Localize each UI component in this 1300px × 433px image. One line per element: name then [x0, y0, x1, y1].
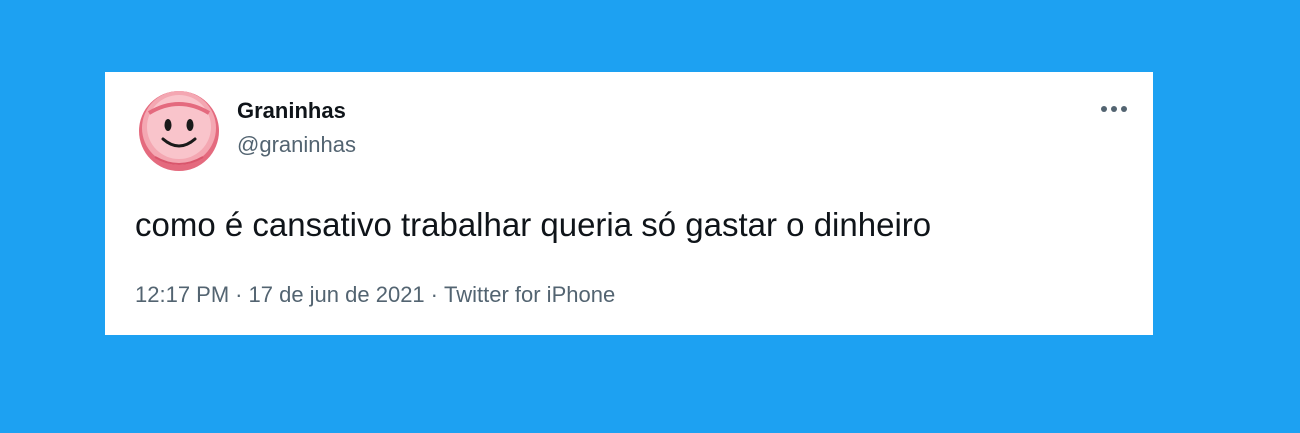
separator: · — [430, 282, 438, 307]
smiley-coin-icon — [136, 88, 222, 174]
tweet-time-link[interactable]: 12:17 PM — [135, 282, 229, 307]
page-background: Graninhas @graninhas como é cansativo tr… — [0, 0, 1300, 433]
tweet-source-link[interactable]: Twitter for iPhone — [444, 282, 615, 307]
display-name[interactable]: Graninhas — [237, 98, 346, 124]
avatar[interactable] — [135, 87, 223, 175]
more-options-button[interactable] — [1097, 97, 1131, 121]
separator: · — [235, 282, 243, 307]
tweet-text: como é cansativo trabalhar queria só gas… — [135, 206, 932, 243]
tweet-date-link[interactable]: 17 de jun de 2021 — [249, 282, 425, 307]
tweet-metadata: 12:17 PM · 17 de jun de 2021 · Twitter for i… — [135, 282, 615, 308]
user-handle[interactable]: @graninhas — [237, 132, 356, 158]
more-horizontal-icon — [1101, 106, 1127, 112]
tweet-card[interactable]: Graninhas @graninhas como é cansativo tr… — [105, 72, 1153, 335]
